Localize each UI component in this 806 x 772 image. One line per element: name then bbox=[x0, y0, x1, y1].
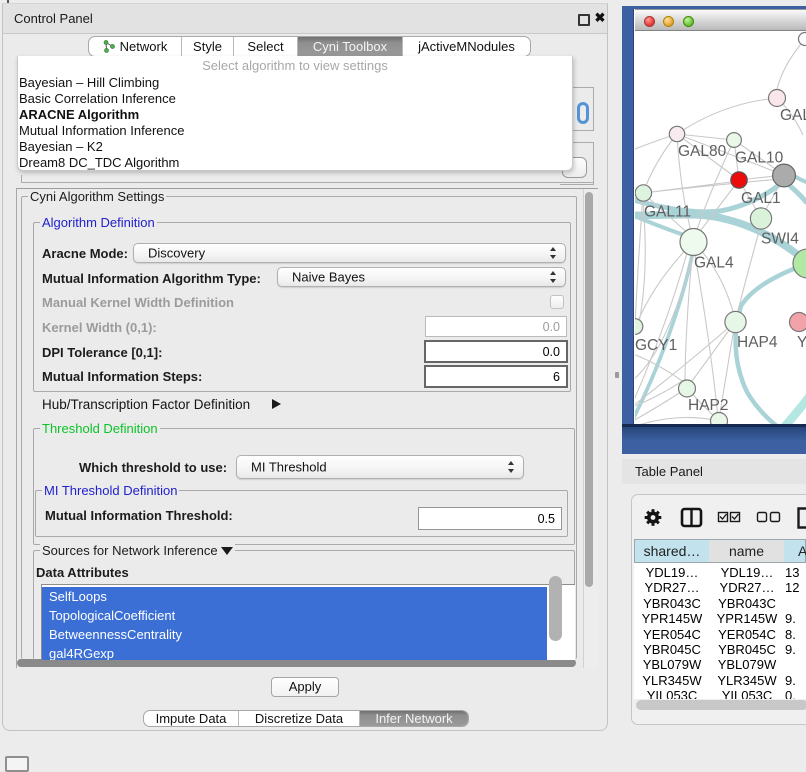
svg-text:GAL10: GAL10 bbox=[735, 150, 784, 167]
svg-text:SWI4: SWI4 bbox=[761, 231, 799, 248]
svg-text:GAL1: GAL1 bbox=[741, 190, 781, 207]
svg-text:GAL11: GAL11 bbox=[644, 204, 691, 221]
svg-text:GAL4: GAL4 bbox=[694, 255, 734, 272]
svg-text:HAP4: HAP4 bbox=[737, 334, 778, 351]
svg-text:GAL2: GAL2 bbox=[780, 107, 806, 124]
svg-text:Y: Y bbox=[797, 334, 806, 351]
svg-text:HAP2: HAP2 bbox=[688, 397, 729, 414]
svg-text:GCY1: GCY1 bbox=[635, 337, 677, 354]
svg-text:GAL80: GAL80 bbox=[678, 143, 727, 160]
